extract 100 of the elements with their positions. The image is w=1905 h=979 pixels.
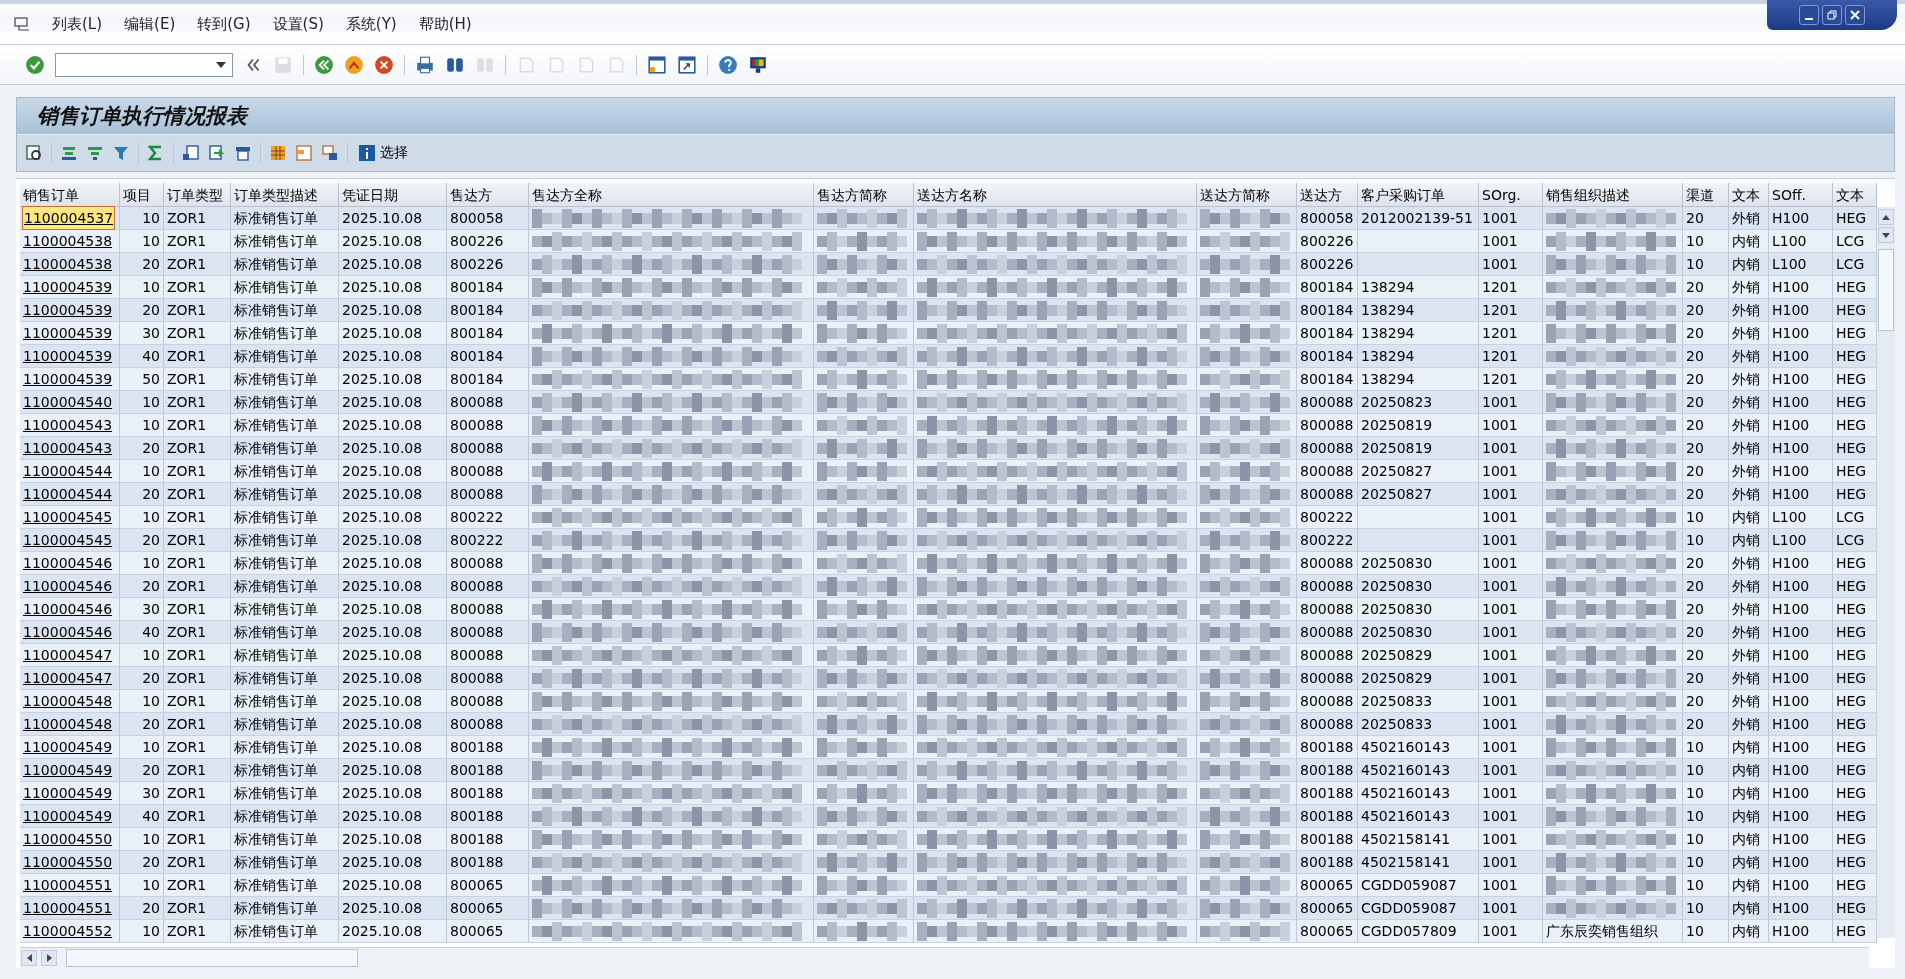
- scrollbar-thumb[interactable]: [1878, 249, 1894, 331]
- scrollbar-thumb[interactable]: [66, 949, 358, 967]
- column-header[interactable]: SOrg.: [1479, 183, 1543, 207]
- scroll-up-button[interactable]: [1878, 209, 1894, 225]
- order-link[interactable]: 1100004543: [23, 437, 113, 459]
- menu-item[interactable]: 系统(Y): [345, 14, 397, 34]
- column-header[interactable]: SOff.: [1769, 183, 1833, 207]
- scroll-right-button[interactable]: [41, 950, 57, 966]
- grid-icon[interactable]: [269, 144, 287, 162]
- column-header[interactable]: 售达方: [447, 183, 529, 207]
- monitor-icon[interactable]: [748, 54, 768, 75]
- table-row[interactable]: 1100004549 40 ZOR1 标准销售订单 2025.10.08 800188 800188 4502160143 1001 10 内销 H100 HEG: [20, 805, 1877, 828]
- column-header[interactable]: 文本: [1729, 183, 1769, 207]
- table-row[interactable]: 1100004550 20 ZOR1 标准销售订单 2025.10.08 800188 800188 4502158141 1001 10 内销 H100 HEG: [20, 851, 1877, 874]
- table-row[interactable]: 1100004551 10 ZOR1 标准销售订单 2025.10.08 800065 800065 CGDD059087 1001 10 内销 H100 HEG: [20, 874, 1877, 897]
- table-row[interactable]: 1100004549 20 ZOR1 标准销售订单 2025.10.08 800188 800188 4502160143 1001 10 内销 H100 HEG: [20, 759, 1877, 782]
- column-header[interactable]: 客户采购订单: [1358, 183, 1479, 207]
- column-header[interactable]: 送达方简称: [1197, 183, 1297, 207]
- order-link[interactable]: 1100004539: [23, 299, 113, 321]
- table-row[interactable]: 1100004549 30 ZOR1 标准销售订单 2025.10.08 800188 800188 4502160143 1001 10 内销 H100 HEG: [20, 782, 1877, 805]
- order-link[interactable]: 1100004549: [23, 805, 113, 827]
- sort-descending-icon[interactable]: [86, 144, 104, 162]
- order-link[interactable]: 1100004544: [23, 460, 113, 482]
- menu-icon[interactable]: [14, 17, 30, 31]
- dropdown-icon[interactable]: [216, 61, 226, 68]
- table-row[interactable]: 1100004551 20 ZOR1 标准销售订单 2025.10.08 800065 800065 CGDD059087 1001 10 内销 H100 HEG: [20, 897, 1877, 920]
- table-row[interactable]: 1100004549 10 ZOR1 标准销售订单 2025.10.08 800188 800188 4502160143 1001 10 内销 H100 HEG: [20, 736, 1877, 759]
- sort-ascending-icon[interactable]: [60, 144, 78, 162]
- order-link[interactable]: 1100004539: [23, 345, 113, 367]
- order-link[interactable]: 1100004547: [23, 644, 113, 666]
- order-link[interactable]: 1100004551: [23, 874, 113, 896]
- vertical-scrollbar[interactable]: [1876, 207, 1895, 938]
- horizontal-scrollbar[interactable]: [20, 947, 1869, 968]
- help-icon[interactable]: [718, 54, 738, 75]
- table-row[interactable]: 1100004552 10 ZOR1 标准销售订单 2025.10.08 800065 800065 CGDD057809 1001 广东辰奕销售组织 10 内销 H100 HEG: [20, 920, 1877, 943]
- table-row[interactable]: 1100004539 30 ZOR1 标准销售订单 2025.10.08 800184 800184 138294 1201 20 外销 H100 HEG: [20, 322, 1877, 345]
- order-link[interactable]: 1100004546: [23, 621, 113, 643]
- table-row[interactable]: 1100004544 20 ZOR1 标准销售订单 2025.10.08 800088 800088 20250827 1001 20 外销 H100 HEG: [20, 483, 1877, 506]
- filter-icon[interactable]: [112, 144, 130, 162]
- order-link[interactable]: 1100004538: [23, 253, 113, 275]
- column-header[interactable]: 销售订单: [20, 183, 120, 207]
- column-header[interactable]: 送达方名称: [914, 183, 1197, 207]
- menu-item[interactable]: 帮助(H): [418, 14, 472, 34]
- table-row[interactable]: 1100004539 50 ZOR1 标准销售订单 2025.10.08 800184 800184 138294 1201 20 外销 H100 HEG: [20, 368, 1877, 391]
- table-row[interactable]: 1100004548 20 ZOR1 标准销售订单 2025.10.08 800088 800088 20250833 1001 20 外销 H100 HEG: [20, 713, 1877, 736]
- order-link[interactable]: 1100004544: [23, 483, 113, 505]
- order-link[interactable]: 1100004548: [23, 713, 113, 735]
- table-row[interactable]: 1100004539 20 ZOR1 标准销售订单 2025.10.08 800184 800184 138294 1201 20 外销 H100 HEG: [20, 299, 1877, 322]
- command-field[interactable]: [55, 52, 233, 77]
- order-link[interactable]: 1100004546: [23, 598, 113, 620]
- column-header[interactable]: 凭证日期: [339, 183, 447, 207]
- order-link[interactable]: 1100004545: [23, 529, 113, 551]
- column-header[interactable]: 售达方全称: [529, 183, 814, 207]
- order-link[interactable]: 1100004538: [23, 230, 113, 252]
- order-link[interactable]: 1100004547: [23, 667, 113, 689]
- table-row[interactable]: 1100004546 10 ZOR1 标准销售订单 2025.10.08 800088 800088 20250830 1001 20 外销 H100 HEG: [20, 552, 1877, 575]
- print-preview-icon[interactable]: [234, 144, 252, 162]
- table-row[interactable]: 1100004544 10 ZOR1 标准销售订单 2025.10.08 800088 800088 20250827 1001 20 外销 H100 HEG: [20, 460, 1877, 483]
- layout-icon[interactable]: [321, 144, 339, 162]
- table-row[interactable]: 1100004537 10 ZOR1 标准销售订单 2025.10.08 800058 800058 2012002139-51 1001 20 外销 H100 HEG: [20, 207, 1877, 230]
- table-row[interactable]: 1100004550 10 ZOR1 标准销售订单 2025.10.08 800188 800188 4502158141 1001 10 内销 H100 HEG: [20, 828, 1877, 851]
- scroll-down-button[interactable]: [1878, 227, 1894, 243]
- columns-icon[interactable]: [295, 144, 313, 162]
- menu-item[interactable]: 编辑(E): [124, 14, 176, 34]
- table-row[interactable]: 1100004547 10 ZOR1 标准销售订单 2025.10.08 800088 800088 20250829 1001 20 外销 H100 HEG: [20, 644, 1877, 667]
- order-link[interactable]: 1100004543: [23, 414, 113, 436]
- order-link[interactable]: 1100004545: [23, 506, 113, 528]
- table-row[interactable]: 1100004538 10 ZOR1 标准销售订单 2025.10.08 800226 800226 1001 10 内销 L100 LCG: [20, 230, 1877, 253]
- column-header[interactable]: 售达方简称: [814, 183, 914, 207]
- order-link[interactable]: 1100004550: [23, 851, 113, 873]
- export-icon[interactable]: [182, 144, 200, 162]
- new-window-icon[interactable]: [647, 54, 667, 75]
- menu-item[interactable]: 列表(L): [52, 14, 103, 34]
- select-button[interactable]: 选择: [356, 144, 410, 162]
- send-icon[interactable]: [208, 144, 226, 162]
- order-link[interactable]: 1100004539: [23, 368, 113, 390]
- table-row[interactable]: 1100004546 20 ZOR1 标准销售订单 2025.10.08 800088 800088 20250830 1001 20 外销 H100 HEG: [20, 575, 1877, 598]
- menu-item[interactable]: 设置(S): [272, 14, 324, 34]
- order-link[interactable]: 1100004539: [23, 322, 113, 344]
- column-header[interactable]: 订单类型: [164, 183, 231, 207]
- order-link[interactable]: 1100004546: [23, 552, 113, 574]
- scroll-left-button[interactable]: [21, 950, 37, 966]
- restore-button[interactable]: [1822, 5, 1842, 25]
- table-row[interactable]: 1100004548 10 ZOR1 标准销售订单 2025.10.08 800088 800088 20250833 1001 20 外销 H100 HEG: [20, 690, 1877, 713]
- column-header[interactable]: 项目: [120, 183, 164, 207]
- table-row[interactable]: 1100004539 40 ZOR1 标准销售订单 2025.10.08 800184 800184 138294 1201 20 外销 H100 HEG: [20, 345, 1877, 368]
- order-link[interactable]: 1100004549: [23, 736, 113, 758]
- table-row[interactable]: 1100004543 10 ZOR1 标准销售订单 2025.10.08 800088 800088 20250819 1001 20 外销 H100 HEG: [20, 414, 1877, 437]
- order-link[interactable]: 1100004550: [23, 828, 113, 850]
- column-header[interactable]: 销售组织描述: [1543, 183, 1683, 207]
- column-header[interactable]: 渠道: [1683, 183, 1729, 207]
- order-link[interactable]: 1100004539: [23, 276, 113, 298]
- column-header[interactable]: 送达方: [1297, 183, 1358, 207]
- order-link[interactable]: 1100004537: [23, 207, 115, 229]
- table-row[interactable]: 1100004540 10 ZOR1 标准销售订单 2025.10.08 800088 800088 20250823 1001 20 外销 H100 HEG: [20, 391, 1877, 414]
- column-header[interactable]: 文本: [1833, 183, 1877, 207]
- order-link[interactable]: 1100004549: [23, 782, 113, 804]
- order-link[interactable]: 1100004540: [23, 391, 113, 413]
- column-header[interactable]: 订单类型描述: [231, 183, 339, 207]
- table-row[interactable]: 1100004546 40 ZOR1 标准销售订单 2025.10.08 800088 800088 20250830 1001 20 外销 H100 HEG: [20, 621, 1877, 644]
